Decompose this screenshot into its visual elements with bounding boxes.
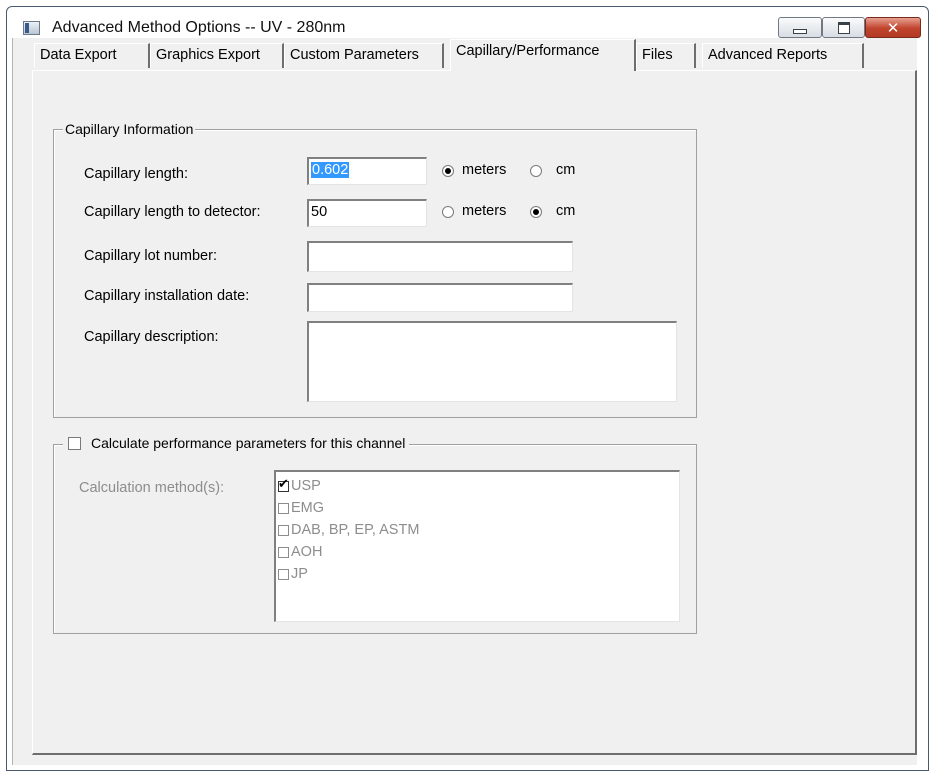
- method-emg-checkbox[interactable]: [278, 502, 289, 514]
- calculation-methods-label: Calculation method(s):: [79, 480, 225, 496]
- method-dab-label: DAB, BP, EP, ASTM: [291, 522, 420, 538]
- lot-number-label: Capillary lot number:: [84, 248, 217, 264]
- capillary-length-value: 0.602: [311, 162, 350, 178]
- detector-length-cm-radio[interactable]: [530, 206, 542, 218]
- length-to-detector-input[interactable]: 50: [307, 199, 427, 227]
- tab-capillary-performance[interactable]: Capillary/Performance: [450, 39, 636, 71]
- window-title: Advanced Method Options -- UV - 280nm: [52, 19, 346, 36]
- method-item-emg[interactable]: EMG: [278, 498, 324, 518]
- maximize-icon: [837, 21, 850, 34]
- capillary-information-legend: Capillary Information: [63, 121, 196, 137]
- method-jp-checkbox[interactable]: [278, 568, 289, 580]
- detector-length-meters-radio[interactable]: [442, 206, 454, 218]
- detector-length-cm-label: cm: [556, 203, 576, 219]
- method-item-aoh[interactable]: AOH: [278, 542, 322, 562]
- performance-legend: Calculate performance parameters for thi…: [63, 435, 410, 451]
- method-item-jp[interactable]: JP: [278, 564, 308, 584]
- method-dab-checkbox[interactable]: [278, 524, 289, 536]
- capillary-length-meters-radio[interactable]: [442, 165, 454, 177]
- app-window-icon: [23, 21, 40, 35]
- method-aoh-checkbox[interactable]: [278, 546, 289, 558]
- description-textarea[interactable]: [307, 321, 677, 402]
- method-emg-label: EMG: [291, 500, 325, 516]
- maximize-button[interactable]: [822, 17, 865, 38]
- method-aoh-label: AOH: [291, 544, 323, 560]
- capillary-length-input[interactable]: 0.602: [307, 157, 427, 185]
- minimize-icon: [793, 28, 807, 34]
- tab-advanced-reports[interactable]: Advanced Reports: [702, 43, 864, 68]
- capillary-length-meters-label: meters: [462, 162, 507, 178]
- capillary-length-cm-radio[interactable]: [530, 165, 542, 177]
- method-usp-label: USP: [291, 478, 321, 494]
- tab-data-export[interactable]: Data Export: [34, 43, 150, 68]
- detector-length-meters-label: meters: [462, 203, 507, 219]
- length-to-detector-label: Capillary length to detector:: [84, 204, 261, 220]
- close-icon: ✕: [886, 18, 900, 37]
- method-usp-checkbox[interactable]: [278, 477, 289, 492]
- method-item-usp[interactable]: USP: [278, 476, 321, 496]
- minimize-button[interactable]: [778, 17, 822, 38]
- tab-files[interactable]: Files: [636, 43, 696, 68]
- calculate-performance-checkbox[interactable]: [68, 436, 81, 450]
- calculation-methods-listbox[interactable]: USP EMG DAB, BP, EP, ASTM AOH JP: [274, 470, 680, 622]
- installation-date-label: Capillary installation date:: [84, 288, 250, 304]
- tab-graphics-export[interactable]: Graphics Export: [150, 43, 284, 68]
- description-label: Capillary description:: [84, 329, 219, 345]
- lot-number-input[interactable]: [307, 241, 573, 272]
- capillary-length-cm-label: cm: [556, 162, 576, 178]
- close-button[interactable]: ✕: [865, 17, 921, 38]
- method-jp-label: JP: [291, 566, 308, 582]
- calculate-performance-label: Calculate performance parameters for thi…: [91, 435, 406, 451]
- capillary-length-label: Capillary length:: [84, 166, 188, 182]
- installation-date-input[interactable]: [307, 283, 573, 312]
- title-bar[interactable]: Advanced Method Options -- UV - 280nm ✕: [8, 8, 927, 38]
- tab-custom-parameters[interactable]: Custom Parameters: [284, 43, 444, 68]
- method-item-dab-bp-ep-astm[interactable]: DAB, BP, EP, ASTM: [278, 520, 419, 540]
